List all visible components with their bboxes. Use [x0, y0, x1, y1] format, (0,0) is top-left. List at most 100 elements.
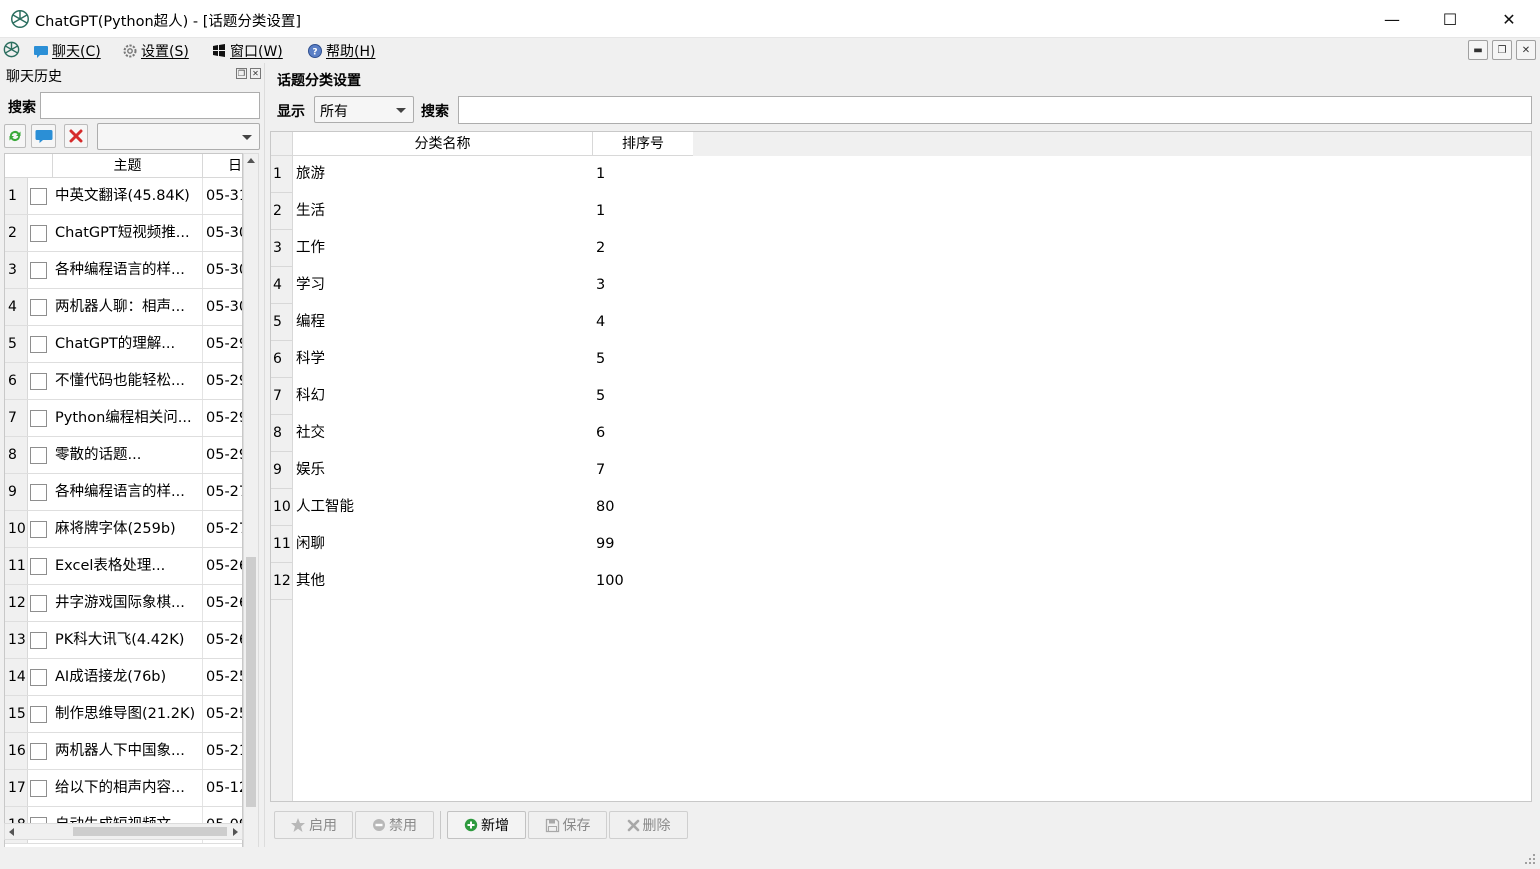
row-checkbox[interactable] [30, 706, 47, 723]
resize-grip-icon[interactable] [1524, 853, 1536, 865]
row-checkbox[interactable] [30, 262, 47, 279]
table-row[interactable]: 10 人工智能 80 [271, 489, 693, 526]
row-sort-order[interactable]: 3 [596, 267, 691, 304]
table-row[interactable]: 1 旅游 1 [271, 156, 693, 193]
row-checkbox[interactable] [30, 299, 47, 316]
row-checkbox[interactable] [30, 188, 47, 205]
table-row[interactable]: 3 工作 2 [271, 230, 693, 267]
row-checkbox[interactable] [30, 669, 47, 686]
row-checkbox[interactable] [30, 743, 47, 760]
table-row[interactable]: 15 制作思维导图(21.2K)05-25 [5, 696, 242, 733]
new-chat-button[interactable] [31, 124, 56, 148]
minimize-button[interactable]: — [1363, 0, 1421, 38]
row-number[interactable]: 9 [271, 452, 293, 489]
row-checkbox[interactable] [30, 632, 47, 649]
row-category-name[interactable]: 其他 [296, 563, 591, 600]
column-header-sort-order[interactable]: 排序号 [593, 132, 693, 156]
row-checkbox[interactable] [30, 447, 47, 464]
row-checkbox[interactable] [30, 336, 47, 353]
row-category-name[interactable]: 工作 [296, 230, 591, 267]
horizontal-scrollbar[interactable] [4, 823, 243, 840]
refresh-button[interactable] [4, 124, 26, 148]
table-row[interactable]: 17 给以下的相声内容...05-12 [5, 770, 242, 807]
row-sort-order[interactable]: 1 [596, 193, 691, 230]
row-number[interactable]: 5 [271, 304, 293, 341]
delete-button[interactable]: 删除 [609, 811, 688, 839]
table-row[interactable]: 13 PK科大讯飞(4.42K)05-26 [5, 622, 242, 659]
row-category-name[interactable]: 科幻 [296, 378, 591, 415]
table-row[interactable]: 4 两机器人聊：相声...05-30 [5, 289, 242, 326]
table-row[interactable]: 3 各种编程语言的样...05-30 [5, 252, 242, 289]
row-number[interactable]: 11 [271, 526, 293, 563]
row-sort-order[interactable]: 5 [596, 341, 691, 378]
row-number[interactable]: 4 [271, 267, 293, 304]
column-header-date[interactable]: 日 [203, 154, 242, 178]
category-filter-select[interactable] [97, 123, 260, 150]
row-sort-order[interactable]: 7 [596, 452, 691, 489]
table-row[interactable]: 11 Excel表格处理...05-26 [5, 548, 242, 585]
row-category-name[interactable]: 闲聊 [296, 526, 591, 563]
mdi-minimize-button[interactable]: ▬ [1468, 40, 1488, 60]
table-row[interactable]: 6 不懂代码也能轻松...05-29 [5, 363, 242, 400]
row-sort-order[interactable]: 4 [596, 304, 691, 341]
row-category-name[interactable]: 娱乐 [296, 452, 591, 489]
row-sort-order[interactable]: 1 [596, 156, 691, 193]
scrollbar-thumb[interactable] [246, 557, 256, 807]
row-category-name[interactable]: 科学 [296, 341, 591, 378]
menu-help[interactable]: ? 帮助(H) [307, 40, 375, 61]
row-checkbox[interactable] [30, 595, 47, 612]
table-row[interactable]: 4 学习 3 [271, 267, 693, 304]
row-category-name[interactable]: 编程 [296, 304, 591, 341]
menu-settings[interactable]: 设置(S) [122, 40, 189, 61]
row-sort-order[interactable]: 100 [596, 563, 691, 600]
table-row[interactable]: 6 科学 5 [271, 341, 693, 378]
table-row[interactable]: 10 麻将牌字体(259b)05-27 [5, 511, 242, 548]
table-row[interactable]: 8 零散的话题...05-29 [5, 437, 242, 474]
mdi-restore-button[interactable]: ❐ [1492, 40, 1512, 60]
vertical-scrollbar[interactable] [243, 153, 259, 869]
row-sort-order[interactable]: 5 [596, 378, 691, 415]
add-button[interactable]: 新增 [447, 811, 526, 839]
row-number[interactable]: 12 [271, 563, 293, 600]
row-category-name[interactable]: 旅游 [296, 156, 591, 193]
table-row[interactable]: 11 闲聊 99 [271, 526, 693, 563]
show-filter-select[interactable]: 所有 [314, 96, 414, 123]
scroll-left-icon[interactable] [9, 828, 14, 836]
table-corner[interactable] [271, 132, 293, 156]
table-row[interactable]: 1 中英文翻译(45.84K)05-31 [5, 178, 242, 215]
panel-close-button[interactable]: ✕ [250, 68, 261, 79]
table-row[interactable]: 7 Python编程相关问...05-29 [5, 400, 242, 437]
table-row[interactable]: 5 ChatGPT的理解...05-29 [5, 326, 242, 363]
enable-button[interactable]: 启用 [274, 811, 353, 839]
row-sort-order[interactable]: 2 [596, 230, 691, 267]
row-category-name[interactable]: 社交 [296, 415, 591, 452]
maximize-button[interactable]: ☐ [1421, 0, 1479, 38]
column-header-category-name[interactable]: 分类名称 [293, 132, 593, 156]
row-checkbox[interactable] [30, 521, 47, 538]
table-row[interactable]: 14 AI成语接龙(76b)05-25 [5, 659, 242, 696]
row-checkbox[interactable] [30, 780, 47, 797]
scrollbar-thumb[interactable] [73, 827, 227, 836]
row-number[interactable]: 10 [271, 489, 293, 526]
scroll-up-icon[interactable] [247, 158, 255, 163]
table-row[interactable]: 12 井字游戏国际象棋...05-26 [5, 585, 242, 622]
disable-button[interactable]: 禁用 [355, 811, 434, 839]
row-sort-order[interactable]: 80 [596, 489, 691, 526]
table-row[interactable]: 2 生活 1 [271, 193, 693, 230]
mdi-close-button[interactable]: ✕ [1516, 40, 1536, 60]
row-checkbox[interactable] [30, 484, 47, 501]
chat-search-input[interactable] [40, 92, 260, 119]
save-button[interactable]: 保存 [528, 811, 607, 839]
row-number[interactable]: 6 [271, 341, 293, 378]
scroll-right-icon[interactable] [233, 828, 238, 836]
menu-chat[interactable]: 聊天(C) [33, 40, 101, 61]
row-checkbox[interactable] [30, 558, 47, 575]
row-sort-order[interactable]: 99 [596, 526, 691, 563]
table-row[interactable]: 16 两机器人下中国象...05-21 [5, 733, 242, 770]
delete-chat-button[interactable] [64, 124, 88, 148]
row-number[interactable]: 2 [271, 193, 293, 230]
column-header-topic[interactable]: 主题 [52, 154, 203, 178]
row-number[interactable]: 7 [271, 378, 293, 415]
table-row[interactable]: 8 社交 6 [271, 415, 693, 452]
table-row[interactable]: 12 其他 100 [271, 563, 693, 600]
